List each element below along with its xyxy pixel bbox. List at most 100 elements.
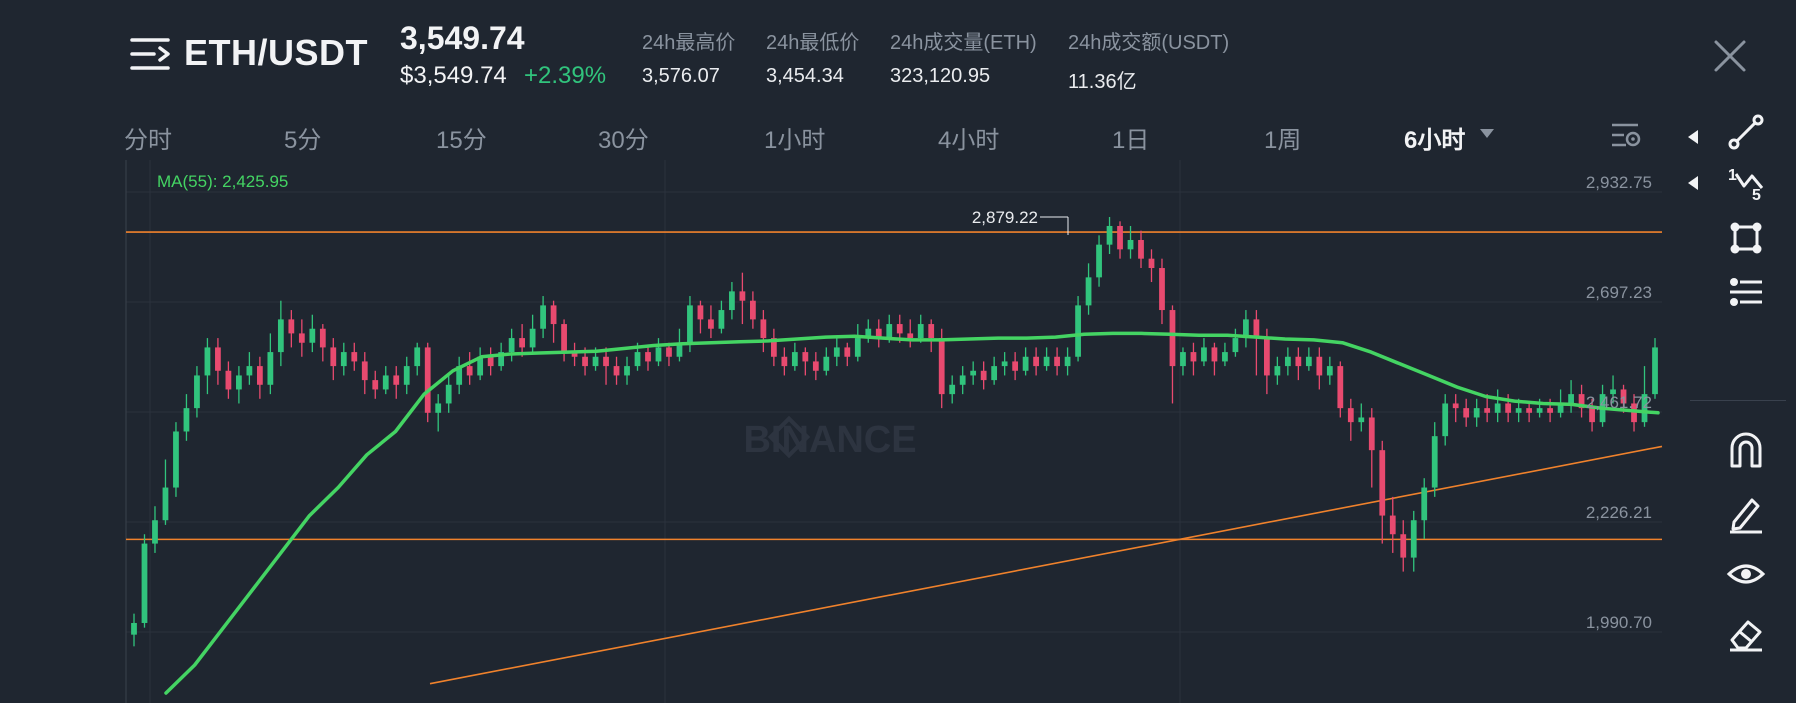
candle-body <box>361 361 368 381</box>
candle-body <box>917 324 924 339</box>
fib-tool-icon[interactable]: 1 5 <box>1726 162 1766 202</box>
candle-body <box>173 431 179 488</box>
candle-body <box>1295 356 1302 367</box>
candle-body <box>1379 450 1386 516</box>
candle-body <box>582 356 588 367</box>
indicator-tool-icon[interactable] <box>1726 274 1766 314</box>
stat-volume: 24h成交量(ETH) 323,120.95 <box>890 26 1037 88</box>
stat-low: 24h最低价 3,454.34 <box>766 26 859 88</box>
candle-body <box>907 333 914 339</box>
candle-body <box>393 375 400 385</box>
candle-body <box>1033 356 1039 367</box>
eye-icon[interactable] <box>1726 554 1766 594</box>
candle-body <box>1410 520 1417 558</box>
tab-interval-active[interactable]: 6小时 <box>1404 120 1465 155</box>
candle-body <box>1075 305 1081 357</box>
candle-body <box>1022 356 1029 371</box>
candle-body <box>750 300 756 320</box>
menu-icon[interactable] <box>130 36 172 72</box>
stat-value: 3,454.34 <box>766 65 844 87</box>
candle-body <box>424 347 431 413</box>
candle-body <box>854 338 861 357</box>
pencil-icon[interactable] <box>1726 494 1766 534</box>
candle-body <box>1138 239 1144 259</box>
candle-body <box>519 338 526 348</box>
candle-body <box>687 305 693 343</box>
candle-body <box>225 370 232 390</box>
candle-body <box>1305 356 1312 367</box>
candle-body <box>152 520 158 544</box>
stat-label: 24h最高价 <box>642 32 736 54</box>
candle-body <box>131 622 137 635</box>
candle-body <box>1421 487 1428 521</box>
y-tick-label: 2,697.23 <box>1586 283 1652 302</box>
chart-settings-icon[interactable] <box>1608 118 1642 152</box>
candle-body <box>1389 515 1396 535</box>
candle-body <box>666 347 672 357</box>
candle-body <box>1001 361 1008 367</box>
candle-body <box>372 380 379 390</box>
candle-body <box>802 352 809 362</box>
last-price: 3,549.74 <box>400 20 525 56</box>
price-change: +2.39% <box>524 62 607 89</box>
candle-body <box>844 347 851 357</box>
pair-title[interactable]: ETH/USDT <box>184 32 368 74</box>
candle-body <box>1159 268 1165 311</box>
candle-body <box>634 352 641 367</box>
candle-body <box>1337 366 1344 409</box>
line-tool-icon[interactable] <box>1726 112 1766 152</box>
candle-body <box>1201 347 1207 362</box>
candle-body <box>1452 403 1459 409</box>
stat-high: 24h最高价 3,576.07 <box>642 26 735 88</box>
candle-body <box>1232 338 1239 353</box>
candle-body <box>1473 408 1480 418</box>
tab-interval[interactable]: 15分 <box>436 120 487 155</box>
candle-body <box>938 338 945 395</box>
caret-down-icon[interactable] <box>1480 129 1494 139</box>
expand-arrow-icon[interactable] <box>1688 130 1698 144</box>
candle-body <box>382 375 389 390</box>
candle-body <box>959 375 966 385</box>
candle-body <box>466 366 473 376</box>
candle-body <box>1274 366 1281 376</box>
candle-body <box>550 305 557 325</box>
y-tick-label: 2,932.75 <box>1586 173 1652 192</box>
candle-body <box>1400 534 1407 558</box>
candle-body <box>1064 356 1071 367</box>
candle-body <box>435 403 442 413</box>
candle-body <box>403 366 410 385</box>
tab-interval[interactable]: 1日 <box>1112 120 1149 155</box>
tab-interval[interactable]: 分时 <box>124 120 172 155</box>
candle-body <box>256 366 263 385</box>
expand-arrow-icon[interactable] <box>1688 176 1698 190</box>
candle-body <box>624 366 630 376</box>
candle-body <box>603 356 609 367</box>
candle-body <box>886 324 893 339</box>
stat-value: 323,120.95 <box>890 65 991 87</box>
candle-body <box>1106 225 1113 245</box>
tab-interval[interactable]: 1周 <box>1264 120 1301 155</box>
shape-tool-icon[interactable] <box>1726 218 1766 258</box>
stat-value: 11.36亿 <box>1068 71 1137 93</box>
candle-body <box>236 375 242 390</box>
tab-interval[interactable]: 4小时 <box>938 120 999 155</box>
candle-body <box>1547 408 1553 413</box>
candle-body <box>1652 347 1658 395</box>
eraser-icon[interactable] <box>1726 614 1766 654</box>
candle-body <box>823 356 830 371</box>
candle-body <box>718 310 725 329</box>
candle-body <box>215 347 221 371</box>
tab-interval[interactable]: 30分 <box>598 120 649 155</box>
close-icon[interactable] <box>1712 38 1748 74</box>
magnet-icon[interactable] <box>1726 430 1766 470</box>
high-price-label: 2,879.22 <box>972 208 1038 227</box>
tab-interval[interactable]: 5分 <box>284 120 321 155</box>
tab-interval[interactable]: 1小时 <box>764 120 825 155</box>
ma-legend: MA(55): 2,425.95 <box>157 172 288 191</box>
candle-body <box>991 366 998 381</box>
price-chart[interactable]: BINANCE 2,932.75 2,697.23 2,461.72 2,226.21 1… <box>0 160 1680 703</box>
candle-body <box>1148 258 1155 269</box>
candle-body <box>414 347 421 367</box>
interval-tabs: 分时 5分 15分 30分 1小时 4小时 1日 1周 6小时 <box>0 110 1680 160</box>
drawing-toolbar: 1 5 <box>1680 110 1796 703</box>
